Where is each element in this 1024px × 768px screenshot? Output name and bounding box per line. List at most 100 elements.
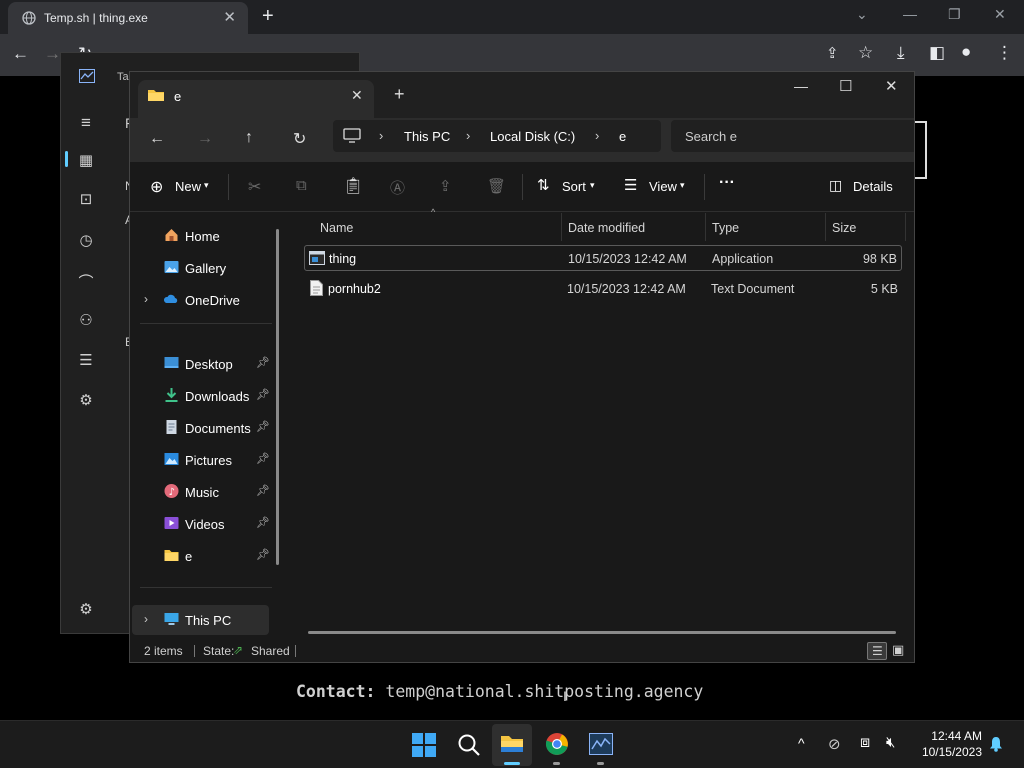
sort-icon[interactable]: ⇅ (537, 176, 550, 194)
performance-icon[interactable]: ⊡ (76, 190, 96, 208)
nav-item-documents[interactable]: Documents 📌︎ (130, 413, 280, 443)
forward-icon[interactable]: → (44, 44, 61, 64)
windows-start-icon[interactable] (412, 733, 436, 757)
explorer-tab[interactable]: e ✕ (138, 80, 374, 118)
breadcrumb[interactable]: › This PC › Local Disk (C:) › e (333, 120, 661, 152)
minimize-icon[interactable]: — (794, 78, 808, 94)
horizontal-scrollbar[interactable] (308, 631, 896, 634)
breadcrumb-local-disk[interactable]: Local Disk (C:) (490, 129, 575, 144)
rename-icon[interactable]: Ⓐ (390, 177, 405, 198)
more-options-icon[interactable]: ··· (719, 174, 735, 192)
view-icon[interactable]: ☰ (624, 176, 637, 194)
copy-icon[interactable]: ⧉ (296, 177, 307, 194)
column-header-name[interactable]: Name (320, 221, 353, 235)
app-history-icon[interactable]: ◷ (76, 231, 96, 249)
nav-item-e[interactable]: e 📌︎ (130, 541, 280, 571)
column-header-size[interactable]: Size (832, 221, 856, 235)
table-row[interactable]: pornhub2 10/15/2023 12:42 AM Text Docume… (304, 276, 902, 302)
large-icons-view-icon[interactable]: ▣ (892, 642, 904, 658)
download-icon[interactable]: ⤓ (897, 43, 905, 63)
menu-kebab-icon[interactable]: ⋮ (996, 43, 1013, 63)
column-divider[interactable] (825, 213, 826, 241)
chevron-right-icon[interactable]: › (379, 128, 383, 143)
view-button[interactable]: View (649, 179, 677, 194)
nav-item-this-pc[interactable]: › This PC (132, 605, 269, 635)
taskbar-explorer-button[interactable] (492, 724, 532, 766)
pin-icon[interactable]: 📌︎ (256, 420, 270, 433)
column-header-date[interactable]: Date modified (568, 221, 645, 235)
pin-icon[interactable]: 📌︎ (256, 452, 270, 465)
breadcrumb-e[interactable]: e (619, 129, 626, 144)
column-divider[interactable] (705, 213, 706, 241)
delete-icon[interactable]: 🗑︎ (487, 177, 506, 195)
column-divider[interactable] (561, 213, 562, 241)
nav-item-gallery[interactable]: Gallery (130, 253, 280, 283)
back-icon[interactable]: ← (12, 44, 29, 64)
users-icon[interactable]: ⚇ (76, 311, 96, 329)
up-icon[interactable]: ↑ (245, 129, 253, 147)
chevron-down-icon[interactable]: ▾ (680, 180, 685, 191)
details-view-button[interactable]: ☰ (867, 642, 887, 660)
chevron-right-icon[interactable]: › (595, 128, 599, 143)
paste-icon[interactable]: 📋︎ (343, 176, 363, 196)
pin-icon[interactable]: 📌︎ (256, 484, 270, 497)
nav-scrollbar[interactable] (276, 229, 279, 565)
nav-item-desktop[interactable]: Desktop 📌︎ (130, 349, 280, 379)
pin-icon[interactable]: 📌︎ (256, 388, 270, 401)
new-button[interactable]: New (175, 179, 201, 194)
display-icon[interactable]: ⧈ (860, 734, 870, 752)
search-input[interactable]: Search e (671, 120, 914, 152)
browser-tab[interactable]: Temp.sh | thing.exe ✕ (8, 2, 248, 34)
nav-item-videos[interactable]: Videos 📌︎ (130, 509, 280, 539)
column-header-type[interactable]: Type (712, 221, 739, 235)
tab-search-icon[interactable]: ⌄ (856, 6, 868, 23)
nav-item-home[interactable]: Home (130, 221, 280, 251)
new-plus-icon[interactable]: ⊕ (150, 177, 163, 197)
clock-date[interactable]: 10/15/2023 (912, 745, 982, 759)
sort-button[interactable]: Sort (562, 179, 586, 194)
nav-item-pictures[interactable]: Pictures 📌︎ (130, 445, 280, 475)
processes-icon[interactable]: ▦ (76, 151, 96, 169)
startup-apps-icon[interactable]: ⌒ (76, 271, 96, 292)
network-disconnected-icon[interactable]: ⊘ (828, 735, 841, 753)
details-button[interactable]: Details (853, 179, 893, 194)
back-icon[interactable]: ← (149, 130, 165, 148)
search-icon[interactable] (457, 733, 481, 757)
services-icon[interactable]: ⚙ (76, 391, 96, 409)
new-tab-button[interactable]: + (262, 5, 274, 28)
refresh-icon[interactable]: ↻ (293, 129, 306, 149)
notification-bell-icon[interactable] (989, 736, 1003, 752)
nav-item-downloads[interactable]: Downloads 📌︎ (130, 381, 280, 411)
breadcrumb-this-pc[interactable]: This PC (404, 129, 450, 144)
clock-time[interactable]: 12:44 AM (920, 729, 982, 743)
column-divider[interactable] (905, 213, 906, 241)
chevron-down-icon[interactable]: ▾ (204, 180, 209, 191)
show-hidden-icons-icon[interactable]: ^ (798, 735, 805, 751)
profile-icon[interactable]: ● (961, 42, 971, 62)
share-icon[interactable]: ⇪ (439, 177, 452, 195)
contact-email[interactable]: temp@national.shitposting.agency (385, 682, 703, 701)
cut-icon[interactable]: ✂ (248, 177, 261, 197)
pin-icon[interactable]: 📌︎ (256, 516, 270, 529)
table-row[interactable]: thing 10/15/2023 12:42 AM Application 98… (304, 245, 902, 271)
chevron-right-icon[interactable]: › (144, 612, 148, 626)
close-window-icon[interactable]: ✕ (885, 77, 898, 95)
volume-muted-icon[interactable]: 🔇︎ (886, 734, 895, 751)
new-tab-icon[interactable]: + (394, 84, 405, 105)
close-window-icon[interactable]: ✕ (994, 6, 1006, 23)
close-tab-icon[interactable]: ✕ (351, 87, 363, 104)
side-panel-icon[interactable]: ◧ (929, 43, 945, 63)
task-manager-icon[interactable] (589, 733, 613, 755)
chrome-icon[interactable] (545, 732, 569, 756)
close-tab-icon[interactable]: ✕ (223, 8, 236, 26)
forward-icon[interactable]: → (197, 130, 213, 148)
details-icon[interactable]: ☰ (76, 351, 96, 369)
details-pane-icon[interactable]: ◫ (829, 177, 842, 194)
restore-icon[interactable]: ❐ (948, 6, 961, 23)
maximize-icon[interactable]: ☐ (839, 77, 852, 95)
nav-item-onedrive[interactable]: › OneDrive (130, 285, 280, 315)
settings-gear-icon[interactable]: ⚙ (76, 600, 96, 618)
pin-icon[interactable]: 📌︎ (256, 548, 270, 561)
hamburger-icon[interactable]: ≡ (76, 113, 96, 133)
chevron-right-icon[interactable]: › (144, 292, 148, 306)
